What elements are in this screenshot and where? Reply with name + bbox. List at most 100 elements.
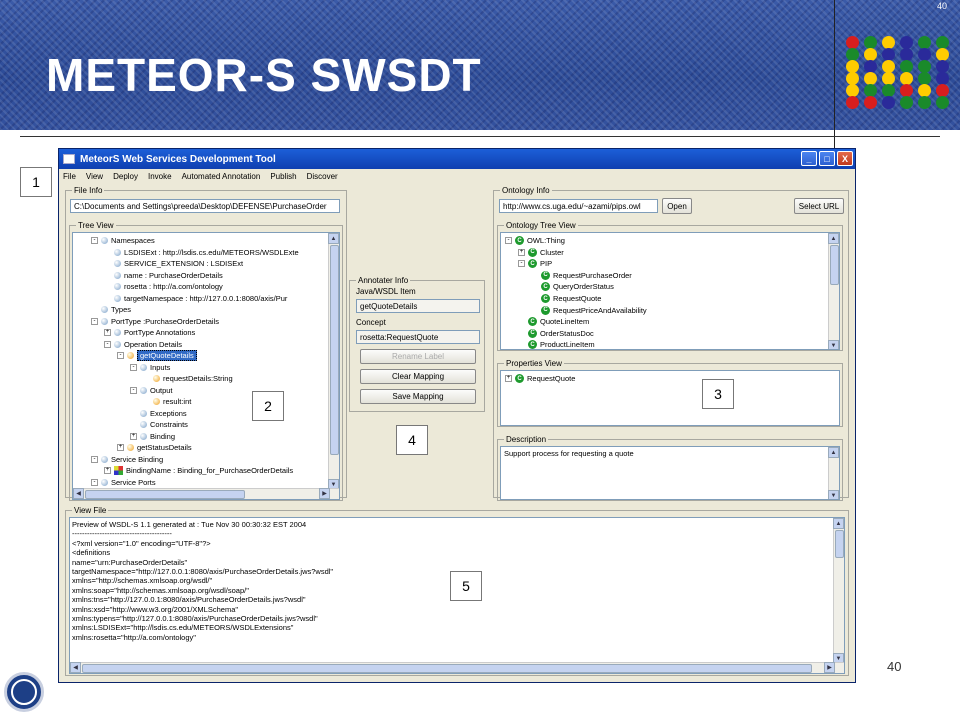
scroll-up-arrow[interactable]: ▲: [328, 233, 339, 244]
tree-node[interactable]: result:int: [143, 396, 191, 407]
tree-node[interactable]: - Inputs: [130, 362, 170, 373]
expand-icon[interactable]: +: [104, 467, 111, 474]
concept-field[interactable]: rosetta:RequestQuote: [356, 330, 480, 344]
menu-item-view[interactable]: View: [86, 172, 103, 181]
expand-icon[interactable]: +: [117, 444, 124, 451]
collapse-icon[interactable]: -: [104, 340, 111, 348]
tree-node[interactable]: + Binding: [130, 431, 175, 442]
scroll-up-arrow[interactable]: ▲: [828, 233, 839, 244]
scroll-up-arrow[interactable]: ▲: [833, 518, 844, 529]
scroll-down-arrow[interactable]: ▼: [828, 490, 839, 499]
ontology-node[interactable]: + C Cluster: [518, 247, 564, 258]
tree-node[interactable]: Types: [91, 304, 131, 315]
preview-vertical-scrollbar[interactable]: ▲ ▼: [833, 518, 844, 664]
tree-node[interactable]: Exceptions: [130, 408, 187, 419]
tree-node[interactable]: + PortType Annotations: [104, 327, 195, 338]
scroll-thumb[interactable]: [835, 530, 844, 558]
clear-mapping-button[interactable]: Clear Mapping: [360, 369, 476, 384]
tree-node[interactable]: requestDetails:String: [143, 373, 233, 384]
tree-node[interactable]: + getStatusDetails: [117, 442, 192, 453]
ontology-node[interactable]: - C OWL:Thing: [505, 235, 565, 246]
tree-node[interactable]: SERVICE_EXTENSION : LSDISExt: [104, 258, 243, 269]
scroll-left-arrow[interactable]: ◀: [70, 662, 81, 673]
scroll-left-arrow[interactable]: ◀: [73, 488, 84, 499]
collapse-icon[interactable]: -: [130, 386, 137, 394]
save-mapping-button[interactable]: Save Mapping: [360, 389, 476, 404]
expand-icon[interactable]: +: [505, 375, 512, 382]
window-titlebar[interactable]: MeteorS Web Services Development Tool: [59, 149, 855, 169]
collapse-icon[interactable]: -: [91, 317, 98, 325]
tree-node[interactable]: - Service Ports: [91, 477, 156, 488]
collapse-icon[interactable]: -: [91, 237, 98, 244]
minimize-button[interactable]: _: [801, 151, 817, 166]
ontology-tree[interactable]: ▲ ▼ - C OWL:Thing + C Cluster - C PIP C RequestPur…: [500, 232, 840, 350]
ontology-node[interactable]: C ProductLineItem: [518, 339, 595, 349]
menu-item-automated-annotation[interactable]: Automated Annotation: [182, 172, 261, 181]
tree-node[interactable]: - Namespaces: [91, 235, 155, 246]
wsdl-tree[interactable]: ▲ ▼ ◀ ▶ - Namespaces LSDISExt : http://lsd…: [72, 232, 340, 500]
node-icon: [140, 409, 147, 417]
menu-item-discover[interactable]: Discover: [307, 172, 338, 181]
collapse-icon[interactable]: -: [518, 260, 525, 268]
scroll-right-arrow[interactable]: ▶: [824, 662, 835, 673]
ontology-node[interactable]: C RequestPriceAndAvailability: [531, 305, 647, 316]
tree-node[interactable]: - getQuoteDetails: [117, 350, 197, 361]
collapse-icon[interactable]: -: [91, 455, 98, 463]
collapse-icon[interactable]: -: [91, 478, 98, 486]
ontology-node[interactable]: C QueryOrderStatus: [531, 281, 614, 292]
expand-icon[interactable]: +: [104, 329, 111, 336]
scroll-thumb-h[interactable]: [82, 664, 812, 673]
ontology-node[interactable]: - C PIP: [518, 258, 552, 269]
collapse-icon[interactable]: -: [117, 352, 124, 359]
tree-horizontal-scrollbar[interactable]: ◀ ▶: [73, 488, 339, 499]
ontology-url-field[interactable]: http://www.cs.uga.edu/~azami/pips.owl: [499, 199, 658, 213]
ontology-node[interactable]: C RequestPurchaseOrder: [531, 270, 632, 281]
description-box[interactable]: Support process for requesting a quote ▲…: [500, 446, 840, 500]
menu-item-invoke[interactable]: Invoke: [148, 172, 172, 181]
tree-node-label: PortType Annotations: [124, 328, 196, 337]
ontology-node[interactable]: C RequestQuote: [531, 293, 601, 304]
expand-icon[interactable]: +: [518, 248, 525, 256]
scroll-up-arrow[interactable]: ▲: [828, 447, 839, 458]
tree-node[interactable]: targetNamespace : http://127.0.0.1:8080/…: [104, 293, 287, 304]
scroll-thumb[interactable]: [830, 245, 839, 285]
collapse-icon[interactable]: -: [130, 363, 137, 371]
ontology-node[interactable]: C QuoteLineItem: [518, 316, 589, 327]
maximize-button[interactable]: □: [819, 151, 835, 166]
rename-label-button[interactable]: Rename Label: [360, 349, 476, 364]
tree-node[interactable]: LSDISExt : http://lsdis.cs.edu/METEORS/W…: [104, 247, 299, 258]
callout-1: 1: [20, 167, 52, 197]
tree-node[interactable]: - Operation Details: [104, 339, 182, 350]
node-icon: [101, 306, 108, 313]
open-button[interactable]: Open: [662, 198, 692, 214]
tree-node[interactable]: rosetta : http://a.com/ontology: [104, 281, 223, 292]
file-path-field[interactable]: C:\Documents and Settings\preeda\Desktop…: [70, 199, 340, 213]
ontology-node[interactable]: C OrderStatusDoc: [518, 328, 594, 339]
menu-item-file[interactable]: File: [63, 172, 76, 181]
menu-bar: File View Deploy Invoke Automated Annotation…: [59, 169, 855, 184]
collapse-icon[interactable]: -: [505, 237, 512, 244]
ontology-vertical-scrollbar[interactable]: ▲ ▼: [828, 233, 839, 349]
tree-node[interactable]: name : PurchaseOrderDetails: [104, 270, 223, 281]
tree-node[interactable]: + BindingName : Binding_for_PurchaseOrder…: [104, 465, 293, 476]
menu-item-deploy[interactable]: Deploy: [113, 172, 138, 181]
item-field[interactable]: getQuoteDetails: [356, 299, 480, 313]
tree-vertical-scrollbar[interactable]: ▲ ▼: [328, 233, 339, 490]
tree-node[interactable]: Constraints: [130, 419, 188, 430]
scroll-thumb-h[interactable]: [85, 490, 245, 499]
scroll-right-arrow[interactable]: ▶: [319, 488, 330, 499]
properties-view[interactable]: + C RequestQuote: [500, 370, 840, 426]
scroll-thumb[interactable]: [330, 245, 339, 455]
description-scrollbar[interactable]: ▲ ▼: [828, 447, 839, 499]
preview-horizontal-scrollbar[interactable]: ◀ ▶: [70, 662, 844, 673]
expand-icon[interactable]: +: [130, 432, 137, 440]
operation-node-icon: [153, 375, 160, 382]
close-button[interactable]: X: [837, 151, 853, 166]
tree-node[interactable]: - Output: [130, 385, 173, 396]
select-url-button[interactable]: Select URL: [794, 198, 844, 214]
properties-item[interactable]: + C RequestQuote: [505, 373, 575, 384]
menu-item-publish[interactable]: Publish: [270, 172, 296, 181]
tree-node[interactable]: - PortType :PurchaseOrderDetails: [91, 316, 219, 327]
tree-node[interactable]: - Service Binding: [91, 454, 163, 465]
scroll-down-arrow[interactable]: ▼: [828, 340, 839, 349]
